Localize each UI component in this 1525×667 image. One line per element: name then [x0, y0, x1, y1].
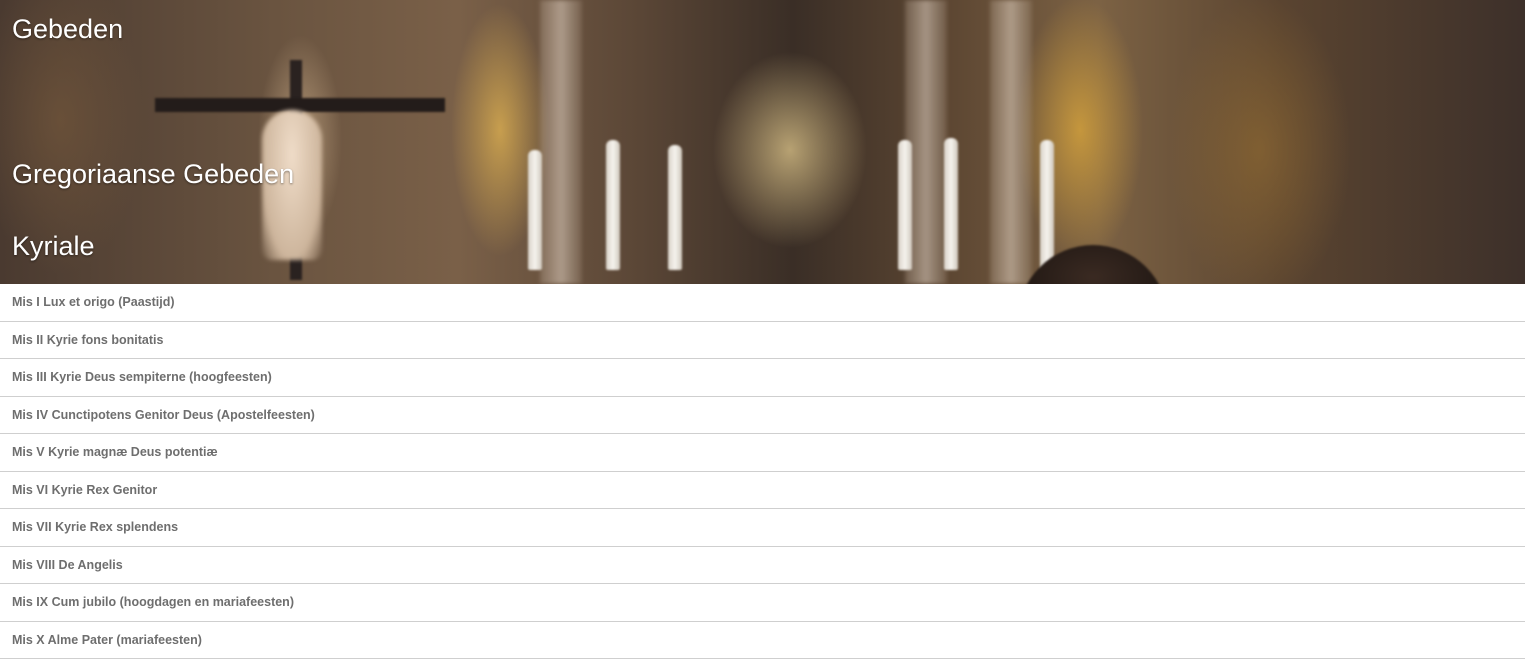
page-title: Gebeden — [12, 14, 124, 44]
list-item[interactable]: Mis IX Cum jubilo (hoogdagen en mariafee… — [0, 584, 1525, 622]
list-item[interactable]: Mis VI Kyrie Rex Genitor — [0, 472, 1525, 509]
hero-banner: Gebeden Gregoriaanse Gebeden Kyriale — [0, 0, 1525, 284]
list-item[interactable]: Mis V Kyrie magnæ Deus potentiæ — [0, 434, 1525, 472]
list-item[interactable]: Mis III Kyrie Deus sempiterne (hoogfeest… — [0, 359, 1525, 397]
list-item[interactable]: Mis II Kyrie fons bonitatis — [0, 322, 1525, 359]
list-item[interactable]: Mis I Lux et origo (Paastijd) — [0, 284, 1525, 322]
category-heading: Gregoriaanse Gebeden — [12, 159, 295, 189]
list-item[interactable]: Mis IV Cunctipotens Genitor Deus (Aposte… — [0, 397, 1525, 434]
list-item[interactable]: Mis VII Kyrie Rex splendens — [0, 509, 1525, 547]
list-item[interactable]: Mis X Alme Pater (mariafeesten) — [0, 622, 1525, 659]
mass-list: Mis I Lux et origo (Paastijd) Mis II Kyr… — [0, 284, 1525, 659]
list-item[interactable]: Mis VIII De Angelis — [0, 547, 1525, 584]
section-heading: Kyriale — [12, 231, 95, 261]
